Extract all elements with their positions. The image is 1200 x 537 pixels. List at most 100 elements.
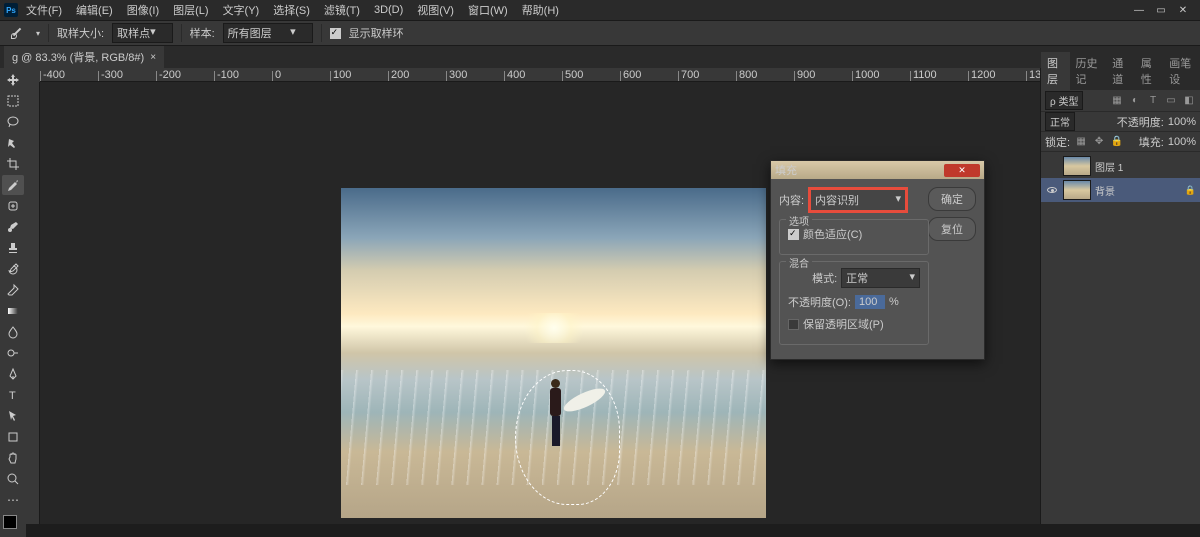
panel-opacity-value[interactable]: 100% <box>1168 116 1196 128</box>
mode-select[interactable]: 正常▾ <box>841 268 920 288</box>
layer-filter-bar: ρ 类型 ▦ ◐ T ▭ ◧ <box>1041 90 1200 112</box>
reset-button[interactable]: 复位 <box>928 217 976 241</box>
menu-3d[interactable]: 3D(D) <box>368 2 409 18</box>
dialog-close-button[interactable]: ✕ <box>944 164 980 177</box>
lock-label: 锁定: <box>1045 134 1070 150</box>
tab-layers[interactable]: 图层 <box>1041 52 1070 90</box>
menu-view[interactable]: 视图(V) <box>411 0 460 20</box>
quick-select-tool[interactable] <box>2 133 24 153</box>
menu-help[interactable]: 帮助(H) <box>516 0 565 20</box>
beach-photo <box>341 188 766 518</box>
brush-tool[interactable] <box>2 217 24 237</box>
lock-icon[interactable]: 🔒 <box>1185 185 1196 196</box>
dialog-title: 填充 <box>775 162 797 178</box>
menu-select[interactable]: 选择(S) <box>267 0 316 20</box>
pen-tool[interactable] <box>2 364 24 384</box>
layer-item-1[interactable]: 图层 1 <box>1041 154 1200 178</box>
document-tab-bar: g @ 83.3% (背景, RGB/8#) × <box>0 46 1200 68</box>
menu-edit[interactable]: 编辑(E) <box>70 0 119 20</box>
menu-window[interactable]: 窗口(W) <box>462 0 514 20</box>
layer-item-background[interactable]: 背景 🔒 <box>1041 178 1200 202</box>
type-tool[interactable]: T <box>2 385 24 405</box>
ok-button[interactable]: 确定 <box>928 187 976 211</box>
stamp-tool[interactable] <box>2 238 24 258</box>
marquee-tool[interactable] <box>2 91 24 111</box>
sample-size-select[interactable]: 取样点 ▾ <box>112 23 173 43</box>
fill-value[interactable]: 100% <box>1168 136 1196 148</box>
shape-tool[interactable] <box>2 427 24 447</box>
ruler-corner <box>26 68 40 82</box>
menu-type[interactable]: 文字(Y) <box>217 0 266 20</box>
show-ring-label: 显示取样环 <box>349 25 404 41</box>
sample-select[interactable]: 所有图层 ▾ <box>223 23 313 43</box>
history-brush-tool[interactable] <box>2 259 24 279</box>
tab-brush[interactable]: 画笔设 <box>1163 52 1200 90</box>
eye-icon <box>1047 187 1057 193</box>
document-tab[interactable]: g @ 83.3% (背景, RGB/8#) × <box>4 46 164 68</box>
right-panels: 图层 历史记 通道 属性 画笔设 ρ 类型 ▦ ◐ T ▭ ◧ 正常 不透明度:… <box>1040 68 1200 524</box>
color-swatches[interactable] <box>3 515 23 535</box>
close-button[interactable]: ✕ <box>1176 4 1190 16</box>
eyedropper-tool[interactable] <box>2 175 24 195</box>
lock-row: 锁定: ▦ ✥ 🔒 填充: 100% <box>1041 132 1200 152</box>
vertical-ruler <box>26 82 40 524</box>
filter-smart-icon[interactable]: ◧ <box>1182 94 1196 108</box>
dodge-tool[interactable] <box>2 343 24 363</box>
tab-properties[interactable]: 属性 <box>1135 52 1164 90</box>
zoom-tool[interactable] <box>2 469 24 489</box>
filter-shape-icon[interactable]: ▭ <box>1164 94 1178 108</box>
eraser-tool[interactable] <box>2 280 24 300</box>
document-tab-title: g @ 83.3% (背景, RGB/8#) <box>12 49 144 65</box>
color-adapt-checkbox[interactable] <box>788 229 799 240</box>
lock-position-icon[interactable]: ✥ <box>1092 135 1106 149</box>
maximize-button[interactable]: ▭ <box>1154 4 1168 16</box>
options-bar: ▾ 取样大小: 取样点 ▾ 样本: 所有图层 ▾ 显示取样环 <box>0 20 1200 46</box>
menu-layer[interactable]: 图层(L) <box>167 0 214 20</box>
dialog-titlebar[interactable]: 填充 ✕ <box>771 161 984 179</box>
menu-bar: Ps 文件(F) 编辑(E) 图像(I) 图层(L) 文字(Y) 选择(S) 滤… <box>0 0 1200 20</box>
layer-thumbnail <box>1063 156 1091 176</box>
minimize-button[interactable]: — <box>1132 4 1146 16</box>
blur-tool[interactable] <box>2 322 24 342</box>
heal-tool[interactable] <box>2 196 24 216</box>
eyedropper-icon[interactable] <box>8 24 26 42</box>
edit-toolbar[interactable]: ⋯ <box>2 490 24 510</box>
sun-glow <box>514 313 594 343</box>
tab-history[interactable]: 历史记 <box>1070 52 1107 90</box>
blend-row: 正常 不透明度: 100% <box>1041 112 1200 132</box>
menu-filter[interactable]: 滤镜(T) <box>318 0 366 20</box>
app-logo: Ps <box>4 3 18 17</box>
canvas-image[interactable] <box>341 188 766 518</box>
blend-mode-select[interactable]: 正常 <box>1045 112 1075 131</box>
content-select[interactable]: 内容识别▾ <box>808 187 908 213</box>
tab-close-icon[interactable]: × <box>150 52 156 63</box>
show-ring-checkbox[interactable] <box>330 28 341 39</box>
visibility-toggle[interactable] <box>1045 183 1059 197</box>
mode-label: 模式: <box>788 270 837 286</box>
tool-preset-arrow[interactable]: ▾ <box>36 29 40 38</box>
layer-kind-filter[interactable]: ρ 类型 <box>1045 91 1083 110</box>
lock-pixels-icon[interactable]: ▦ <box>1074 135 1088 149</box>
filter-adjust-icon[interactable]: ◐ <box>1128 94 1142 108</box>
menu-file[interactable]: 文件(F) <box>20 0 68 20</box>
hand-tool[interactable] <box>2 448 24 468</box>
opacity-unit: % <box>889 296 899 308</box>
opacity-input[interactable]: 100 <box>855 295 885 309</box>
menu-image[interactable]: 图像(I) <box>121 0 165 20</box>
gradient-tool[interactable] <box>2 301 24 321</box>
sample-label: 样本: <box>190 25 215 41</box>
tab-channels[interactable]: 通道 <box>1106 52 1135 90</box>
path-select-tool[interactable] <box>2 406 24 426</box>
lasso-selection <box>515 370 620 505</box>
filter-type-icon[interactable]: T <box>1146 94 1160 108</box>
move-tool[interactable] <box>2 70 24 90</box>
visibility-toggle[interactable] <box>1045 159 1059 173</box>
crop-tool[interactable] <box>2 154 24 174</box>
lasso-tool[interactable] <box>2 112 24 132</box>
panel-tabs: 图层 历史记 通道 属性 画笔设 <box>1041 68 1200 90</box>
lock-all-icon[interactable]: 🔒 <box>1110 135 1124 149</box>
layer-name[interactable]: 图层 1 <box>1095 159 1196 174</box>
layer-name[interactable]: 背景 <box>1095 183 1181 198</box>
filter-image-icon[interactable]: ▦ <box>1110 94 1124 108</box>
preserve-label: 保留透明区域(P) <box>803 316 884 332</box>
